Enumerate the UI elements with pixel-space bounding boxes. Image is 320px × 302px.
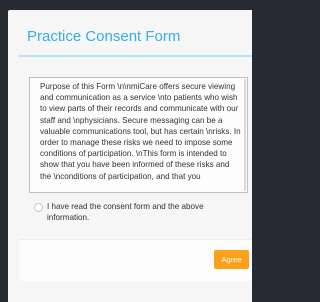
consent-text: Purpose of this Form \n\nmiCare offers s… xyxy=(40,82,241,181)
consent-text-box[interactable]: Purpose of this Form \n\nmiCare offers s… xyxy=(29,77,248,193)
consent-label[interactable]: I have read the consent form and the abo… xyxy=(47,202,247,223)
consent-form-panel: Practice Consent Form Purpose of this Fo… xyxy=(8,10,252,302)
consent-option[interactable]: I have read the consent form and the abo… xyxy=(34,202,248,227)
modal-backdrop: Practice Consent Form Purpose of this Fo… xyxy=(0,0,252,302)
form-footer: Agree xyxy=(19,239,252,281)
consent-radio-button[interactable] xyxy=(34,203,43,212)
title-divider xyxy=(19,55,252,57)
form-title: Practice Consent Form xyxy=(27,28,181,45)
text-box-scrollbar[interactable] xyxy=(244,79,246,191)
agree-button[interactable]: Agree xyxy=(214,250,249,269)
